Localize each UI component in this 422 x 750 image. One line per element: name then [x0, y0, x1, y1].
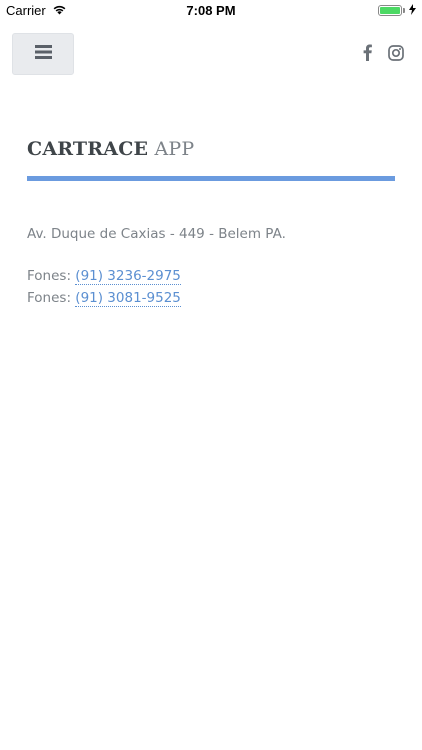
facebook-link[interactable] [363, 44, 372, 61]
brand-title: CARTRACE APP [27, 138, 194, 160]
facebook-icon [363, 44, 372, 65]
phone-link[interactable]: (91) 3081-9525 [75, 290, 181, 307]
address-text: Av. Duque de Caxias - 449 - Belem PA. [27, 226, 286, 242]
status-right [378, 3, 416, 18]
instagram-icon [388, 44, 404, 65]
phone-label: Fones: [27, 290, 71, 306]
app-screen: Carrier 7:08 PM CARTRACE APP Av. Duque d… [0, 0, 422, 750]
brand-divider [27, 176, 395, 181]
battery-icon [378, 5, 405, 16]
brand-name-light: APP [154, 138, 195, 160]
contact-section: Av. Duque de Caxias - 449 - Belem PA. Fo… [27, 223, 397, 309]
hamburger-menu-icon [34, 44, 52, 64]
charging-bolt-icon [409, 3, 416, 18]
phone-label: Fones: [27, 268, 71, 284]
instagram-link[interactable] [388, 44, 404, 61]
status-bar: Carrier 7:08 PM [0, 0, 422, 22]
brand-name-strong: CARTRACE [27, 138, 149, 160]
phone-link[interactable]: (91) 3236-2975 [75, 268, 181, 285]
phone-line: Fones: (91) 3081-9525 [27, 287, 397, 309]
menu-button[interactable] [12, 33, 74, 75]
phone-line: Fones: (91) 3236-2975 [27, 265, 397, 287]
status-time: 7:08 PM [186, 3, 236, 18]
social-links [363, 44, 404, 61]
